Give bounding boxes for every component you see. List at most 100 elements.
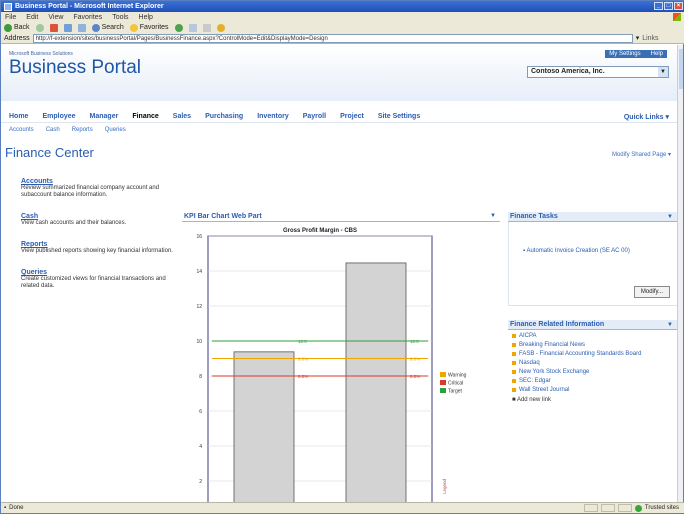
list-item[interactable]: Nasdaq [512,359,675,368]
back-button[interactable]: Back [4,23,30,32]
related-links-list: AICPA Breaking Financial News FASB - Fin… [508,330,679,397]
top-links: My Settings Help [605,50,667,58]
list-item[interactable]: FASB - Financial Accounting Standards Bo… [512,350,675,359]
bullet-icon [512,361,516,365]
status-bar: ▪ Done Trusted sites [1,502,684,513]
site-header: Microsoft Business Solutions Business Po… [1,45,679,101]
kpi-bar-chart-webpart: KPI Bar Chart Web Part ▼ Gross Profit Ma… [182,212,500,503]
subnav-reports[interactable]: Reports [72,127,93,133]
tab-purchasing[interactable]: Purchasing [205,113,243,120]
tab-manager[interactable]: Manager [90,113,119,120]
zone-text: Trusted sites [644,505,679,511]
menu-file[interactable]: File [5,14,16,21]
modify-button[interactable]: Modify... [634,286,670,298]
media-icon [174,23,183,32]
address-input[interactable]: http://f-extension/sites/businessPortal/… [32,33,633,43]
legend-swatch [440,380,446,385]
list-item[interactable]: New York Stock Exchange [512,368,675,377]
tab-home[interactable]: Home [9,113,28,120]
close-button[interactable]: × [674,2,683,10]
reports-description: View published reports showing key finan… [21,248,173,254]
home-icon [77,23,86,32]
subnav-queries[interactable]: Queries [105,127,126,133]
subnav-cash[interactable]: Cash [46,127,60,133]
bullet-icon [512,334,516,338]
tab-sales[interactable]: Sales [173,113,191,120]
page-content: Microsoft Business Solutions Business Po… [1,45,679,503]
list-item[interactable]: AICPA [512,332,675,341]
address-bar: Address http://f-extension/sites/busines… [1,33,684,44]
list-item[interactable]: Breaking Financial News [512,341,675,350]
title-bar: Business Portal - Microsoft Internet Exp… [1,1,684,12]
vertical-scrollbar[interactable] [677,45,683,503]
print-button[interactable] [202,23,211,32]
legend-swatch [440,388,446,393]
reference-label-left: 9.0% [298,357,308,362]
related-info-header: Finance Related Information ▼ [508,320,679,330]
help-link[interactable]: Help [651,51,663,57]
automatic-invoice-link[interactable]: ▪ Automatic Invoice Creation (SE AC 00) [523,248,663,255]
stop-button[interactable] [49,23,58,32]
webpart-menu-icon[interactable]: ▼ [490,213,496,219]
reference-label-right: 10.0 [410,339,419,344]
tasks-menu-icon[interactable]: ▼ [667,212,673,222]
site-title[interactable]: Business Portal [9,57,141,79]
minimize-button[interactable]: _ [654,2,663,10]
cash-link[interactable]: Cash [21,213,176,220]
legend-label: Critical [448,381,463,387]
maximize-button[interactable]: □ [664,2,673,10]
tab-finance[interactable]: Finance [132,113,158,120]
tab-employee[interactable]: Employee [42,113,75,120]
bar [233,351,295,503]
tab-inventory[interactable]: Inventory [257,113,289,120]
back-arrow-icon [4,23,12,32]
forward-button[interactable] [35,23,44,32]
tab-project[interactable]: Project [340,113,364,120]
window-title: Business Portal - Microsoft Internet Exp… [15,3,164,10]
address-label: Address [4,34,30,42]
cash-description: View cash accounts and their balances. [21,220,127,226]
legend-label: Target [448,389,463,395]
quick-links-menu[interactable]: Quick Links ▾ [624,113,669,121]
my-settings-link[interactable]: My Settings [609,51,640,57]
accounts-link[interactable]: Accounts [21,178,176,185]
stop-icon [49,23,58,32]
mail-button[interactable] [188,23,197,32]
list-item[interactable]: SEC: Edgar [512,377,675,386]
search-icon [91,23,100,32]
refresh-button[interactable] [63,23,72,32]
messenger-button[interactable] [216,23,225,32]
bullet-icon [512,370,516,374]
links-label[interactable]: Links [642,35,658,42]
related-menu-icon[interactable]: ▼ [667,320,673,330]
menu-view[interactable]: View [48,14,63,21]
sub-navigation: Accounts Cash Reports Queries [1,125,679,135]
home-button[interactable] [77,23,86,32]
ie-icon [4,2,12,11]
bullet-icon [512,388,516,392]
menu-help[interactable]: Help [139,14,153,21]
address-dropdown-icon[interactable]: ▾ [636,34,640,42]
media-button[interactable] [174,23,183,32]
add-new-link[interactable]: ■ Add new link [508,397,679,403]
search-button[interactable]: Search [91,23,124,32]
company-select[interactable]: Contoso America, Inc. ▼ [527,66,669,78]
reference-label-right: 9.0% [410,357,420,362]
tab-site-settings[interactable]: Site Settings [378,113,420,120]
tab-payroll[interactable]: Payroll [303,113,326,120]
scrollbar-thumb[interactable] [679,49,683,89]
favorites-button[interactable]: Favorites [129,23,169,32]
y-tick-label: 10 [196,339,202,345]
list-item[interactable]: Wall Street Journal [512,386,675,395]
reports-link[interactable]: Reports [21,241,176,248]
queries-link[interactable]: Queries [21,269,176,276]
subnav-accounts[interactable]: Accounts [9,127,34,133]
modify-shared-page-link[interactable]: Modify Shared Page ▾ [612,151,671,158]
finance-tasks-body: ▪ Automatic Invoice Creation (SE AC 00) … [508,222,679,306]
accounts-description: Review summarized financial company acco… [21,185,160,198]
menu-favorites[interactable]: Favorites [73,14,102,21]
list-item: Accounts Review summarized financial com… [21,178,176,199]
chart-title: Gross Profit Margin - CBS [283,228,357,234]
menu-edit[interactable]: Edit [26,14,38,21]
menu-tools[interactable]: Tools [112,14,128,21]
